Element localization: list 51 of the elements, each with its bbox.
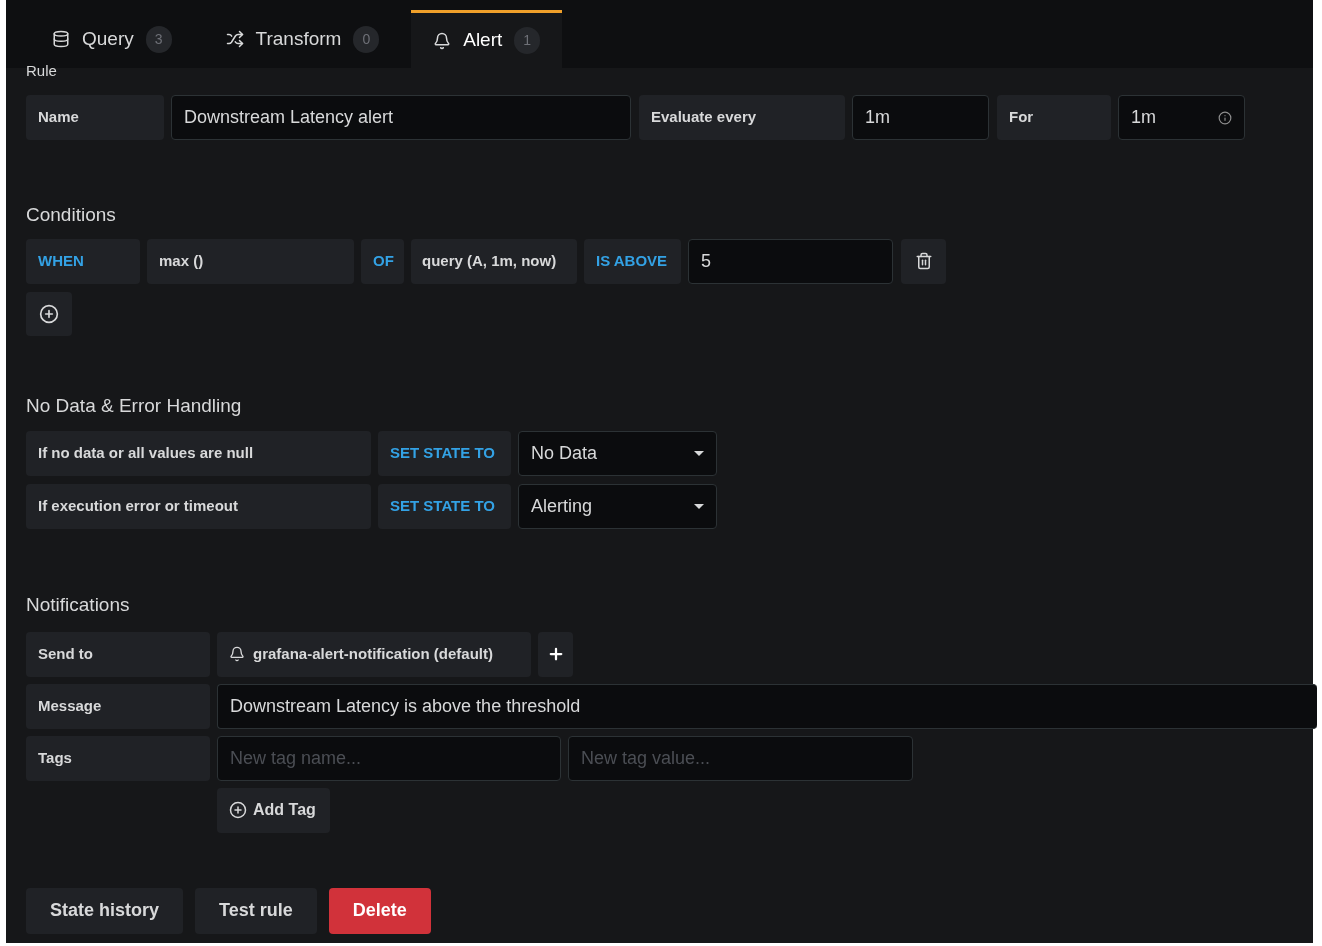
section-heading: No Data & Error Handling bbox=[26, 393, 243, 418]
field-label: Name bbox=[26, 95, 164, 140]
section-heading: Conditions bbox=[26, 203, 117, 227]
bell-icon bbox=[433, 31, 452, 50]
query-select[interactable]: query (A, 1m, now) bbox=[411, 238, 577, 284]
count-badge: 3 bbox=[145, 25, 172, 53]
field-label: Tags bbox=[26, 735, 210, 781]
keyword-label: SET STATE TO bbox=[378, 431, 511, 476]
database-icon bbox=[52, 30, 70, 48]
action-button[interactable]: Delete bbox=[328, 887, 431, 934]
notification-channel-tag[interactable]: grafana-alert-notification (default) bbox=[217, 631, 531, 677]
action-button[interactable]: State history bbox=[26, 887, 184, 934]
dropdown-caret-icon bbox=[694, 451, 704, 456]
section-heading: Rule bbox=[26, 61, 58, 81]
keyword-label: WHEN bbox=[26, 238, 140, 284]
evaluate-input[interactable]: 1m bbox=[852, 95, 989, 140]
keyword-label: OF bbox=[361, 238, 404, 284]
message-input[interactable]: Downstream Latency is above the threshold bbox=[217, 683, 1317, 729]
name-input[interactable]: Downstream Latency alert bbox=[171, 95, 631, 140]
state-select[interactable]: Alerting bbox=[518, 484, 717, 529]
field-label: Send to bbox=[26, 631, 210, 677]
field-label: Message bbox=[26, 683, 210, 729]
condition-label: If execution error or timeout bbox=[26, 484, 371, 529]
transform-icon bbox=[225, 30, 244, 48]
count-badge: 1 bbox=[514, 27, 541, 54]
plus-circle-icon bbox=[229, 801, 247, 819]
condition-label: If no data or all values are null bbox=[26, 431, 371, 476]
info-icon[interactable] bbox=[1218, 110, 1232, 125]
field-label: Evaluate every bbox=[639, 95, 845, 140]
state-select[interactable]: No Data bbox=[518, 431, 717, 476]
tab[interactable]: Alert 1 bbox=[411, 10, 563, 68]
delete-button[interactable] bbox=[901, 238, 946, 284]
reducer-select[interactable]: max () bbox=[147, 238, 354, 284]
tag-value-input[interactable]: New tag value... bbox=[568, 735, 913, 781]
bell-icon bbox=[229, 646, 245, 662]
trash-icon bbox=[914, 252, 933, 270]
add-tag-button[interactable]: Add Tag bbox=[217, 787, 330, 833]
dropdown-caret-icon bbox=[694, 504, 704, 509]
evaluator-select[interactable]: IS ABOVE bbox=[584, 238, 681, 284]
section-heading: Notifications bbox=[26, 593, 131, 617]
for-input[interactable]: 1m bbox=[1118, 95, 1245, 140]
add-channel-button[interactable] bbox=[538, 631, 573, 677]
tab[interactable]: Transform 0 bbox=[203, 10, 402, 68]
field-label: For bbox=[997, 95, 1111, 140]
count-badge: 0 bbox=[353, 25, 380, 53]
threshold-input[interactable]: 5 bbox=[688, 238, 893, 284]
action-button[interactable]: Test rule bbox=[195, 887, 317, 934]
add-condition-button[interactable] bbox=[26, 291, 72, 336]
keyword-label: SET STATE TO bbox=[378, 484, 511, 529]
plus-circle-icon bbox=[39, 303, 59, 324]
tag-name-input[interactable]: New tag name... bbox=[217, 735, 561, 781]
